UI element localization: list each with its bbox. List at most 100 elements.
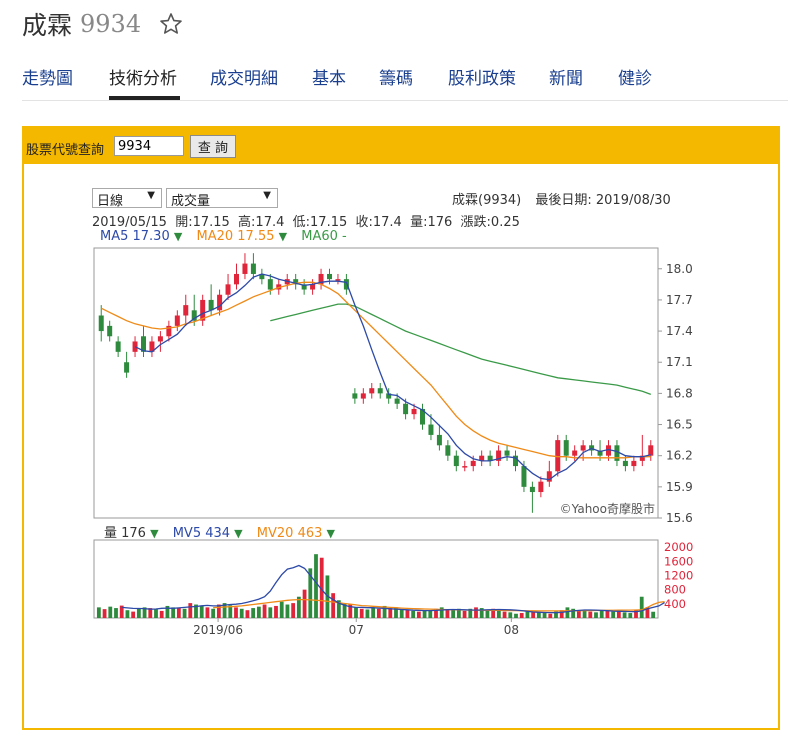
- volume-bar: [262, 604, 267, 618]
- volume-bar: [251, 608, 256, 618]
- query-button[interactable]: 查 詢: [190, 135, 236, 158]
- indicator-select[interactable]: 成交量 ▼: [166, 188, 278, 209]
- y-tick-label: 17.7: [666, 293, 693, 307]
- stock-info: 成霖(9934): [452, 193, 522, 208]
- candle-body: [377, 388, 383, 394]
- tab-news[interactable]: 新聞: [549, 64, 583, 89]
- query-label: 股票代號查詢: [26, 143, 105, 158]
- triangle-down-icon: ▼: [278, 230, 288, 243]
- volume-bar: [176, 608, 181, 618]
- volume-bar: [108, 606, 113, 618]
- volume-bar: [279, 601, 284, 618]
- candle-body: [327, 273, 332, 280]
- volume-bar: [171, 607, 176, 618]
- candle-body: [115, 341, 121, 352]
- candle-body: [411, 408, 417, 415]
- candle-body: [174, 315, 180, 326]
- volume-bar: [451, 610, 456, 618]
- period-select[interactable]: 日線 ▼: [92, 188, 162, 209]
- tab-dividend-policy[interactable]: 股利政策: [448, 64, 516, 89]
- candle-body: [242, 263, 248, 274]
- candle-body: [504, 450, 510, 456]
- candle-body: [157, 336, 163, 342]
- volume-bar: [331, 593, 336, 618]
- candle-body: [648, 445, 654, 456]
- volume-bar: [211, 608, 216, 618]
- volume-bar: [428, 610, 433, 618]
- ma60-line: [270, 303, 652, 396]
- volume-y-tick-label: 400: [664, 597, 686, 611]
- y-tick-label: 16.5: [666, 418, 693, 432]
- candle-body: [555, 440, 561, 472]
- volume-bar: [651, 611, 656, 618]
- volume-bar: [268, 607, 273, 618]
- volume-bar: [536, 612, 541, 618]
- stock-code-input[interactable]: [114, 136, 184, 156]
- tab-basic[interactable]: 基本: [312, 64, 346, 89]
- watermark: ©Yahoo奇摩股市: [560, 501, 655, 516]
- volume-bar: [508, 612, 513, 618]
- volume-bar: [588, 611, 593, 618]
- candle-body: [470, 460, 476, 467]
- tab-technical-analysis[interactable]: 技術分析: [109, 64, 177, 89]
- volume-bar: [628, 613, 633, 618]
- chart-panel: 股票代號查詢 查 詢 日線 ▼ 成交量 ▼ 成霖(9934) 最後日期: 201…: [22, 126, 780, 730]
- volume-bar: [388, 608, 393, 618]
- candle-body: [622, 460, 628, 467]
- volume-bar: [256, 606, 261, 618]
- volume-bar: [462, 610, 467, 618]
- volume-bar: [594, 612, 598, 618]
- volume-bar: [239, 608, 244, 618]
- volume-bar: [548, 613, 553, 618]
- volume-y-tick-label: 1200: [664, 568, 693, 582]
- x-tick-label: 08: [504, 623, 519, 637]
- candle-body: [445, 445, 451, 456]
- candle-body: [614, 445, 620, 461]
- volume-bar: [188, 603, 193, 618]
- candle-body: [107, 325, 113, 337]
- volume-y-tick-label: 800: [664, 583, 686, 597]
- y-tick-label: 15.6: [666, 511, 693, 524]
- tab-health-check[interactable]: 健診: [618, 64, 652, 89]
- candle-body: [580, 445, 586, 451]
- candle-body: [250, 263, 256, 274]
- chart-header-info: 成霖(9934) 最後日期: 2019/08/30: [452, 189, 671, 208]
- volume-bar: [639, 596, 644, 618]
- star-icon[interactable]: [159, 12, 183, 36]
- volume-bar: [136, 608, 141, 618]
- volume-bar: [159, 610, 164, 618]
- tab-trend[interactable]: 走勢圖: [22, 64, 73, 89]
- tab-transaction-details[interactable]: 成交明細: [210, 64, 278, 89]
- candle-body: [360, 393, 366, 399]
- stock-code: 9934: [80, 10, 142, 38]
- last-date: 最後日期: 2019/08/30: [535, 193, 671, 208]
- volume-bar: [131, 611, 136, 618]
- volume-bar: [302, 589, 307, 618]
- y-tick-label: 16.8: [666, 386, 693, 400]
- volume-bar: [114, 608, 118, 618]
- candle-body: [572, 450, 578, 456]
- volume-y-tick-label: 1600: [664, 554, 693, 568]
- volume-chart: 400800120016002000 2019/06 07 08: [93, 539, 693, 637]
- tab-bar: 走勢圖 技術分析 成交明細 基本 籌碼 股利政策 新聞 健診: [22, 64, 788, 101]
- volume-bar: [514, 613, 518, 618]
- volume-bar: [565, 607, 570, 618]
- tab-chips[interactable]: 籌碼: [379, 64, 413, 89]
- candle-body: [631, 460, 637, 467]
- x-tick-label: 07: [349, 623, 364, 637]
- volume-bar: [445, 609, 450, 618]
- candle-body: [352, 393, 358, 399]
- volume-bar: [274, 605, 278, 618]
- volume-bar: [411, 610, 416, 618]
- volume-bar: [291, 603, 296, 618]
- volume-bar: [416, 611, 421, 618]
- volume-bar: [405, 610, 410, 618]
- volume-bar: [205, 607, 210, 618]
- volume-y-tick-label: 2000: [664, 540, 693, 554]
- volume-bar: [376, 608, 381, 618]
- volume-bar: [519, 613, 524, 618]
- candle-body: [217, 294, 223, 311]
- candle-body: [234, 273, 239, 285]
- mv5-line: [121, 564, 665, 614]
- volume-bar: [365, 609, 370, 618]
